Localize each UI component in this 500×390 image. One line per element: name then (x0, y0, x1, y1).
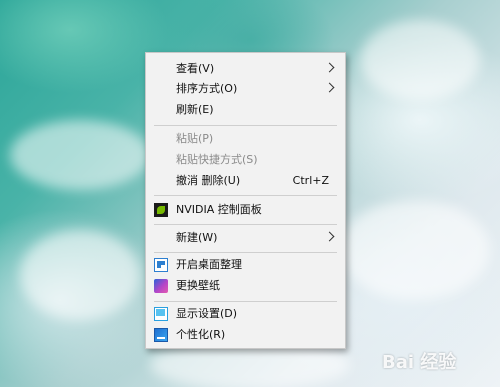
menu-item-label: 查看(V) (176, 62, 215, 75)
menu-item-label: 显示设置(D) (176, 307, 238, 320)
menu-item-label: 撤消 删除(U) (176, 174, 241, 187)
menu-separator (154, 125, 337, 126)
menu-item-nvidia-control-panel[interactable]: NVIDIA 控制面板 (146, 199, 345, 221)
baidu-jingyan-watermark: Bai 经验 (382, 352, 457, 373)
menu-item-refresh[interactable]: 刷新(E) (146, 99, 345, 121)
menu-item-new[interactable]: 新建(W) (146, 227, 345, 249)
menu-item-label: 刷新(E) (176, 103, 214, 116)
menu-item-paste: 粘贴(P) (146, 128, 345, 150)
chevron-right-icon (324, 82, 335, 93)
menu-separator (154, 301, 337, 302)
display-settings-icon (154, 307, 168, 321)
menu-item-personalize[interactable]: 个性化(R) (146, 324, 345, 346)
menu-item-sort-by[interactable]: 排序方式(O) (146, 78, 345, 100)
menu-separator (154, 252, 337, 253)
menu-item-desktop-organize[interactable]: 开启桌面整理 (146, 254, 345, 276)
desktop-context-menu: 查看(V) 排序方式(O) 刷新(E) 粘贴(P) 粘贴快捷方式(S) 撤消 删… (145, 52, 346, 349)
menu-separator (154, 195, 337, 196)
desktop-organize-icon (154, 258, 168, 272)
menu-item-display-settings[interactable]: 显示设置(D) (146, 303, 345, 325)
nvidia-icon (154, 203, 168, 217)
menu-item-paste-shortcut: 粘贴快捷方式(S) (146, 149, 345, 171)
chevron-right-icon (324, 231, 335, 242)
menu-item-view[interactable]: 查看(V) (146, 58, 345, 80)
menu-item-label: 开启桌面整理 (176, 258, 242, 271)
menu-item-label: 更换壁纸 (176, 279, 220, 292)
personalize-icon (154, 328, 168, 342)
wallpaper-icon (154, 279, 168, 293)
menu-item-label: 粘贴(P) (176, 132, 214, 145)
menu-item-label: 个性化(R) (176, 328, 226, 341)
menu-item-undo-delete[interactable]: 撤消 删除(U) Ctrl+Z (146, 170, 345, 192)
menu-item-change-wallpaper[interactable]: 更换壁纸 (146, 275, 345, 297)
menu-item-label: 新建(W) (176, 231, 218, 244)
shortcut-label: Ctrl+Z (292, 174, 329, 187)
menu-separator (154, 224, 337, 225)
menu-item-label: 粘贴快捷方式(S) (176, 153, 258, 166)
menu-item-label: NVIDIA 控制面板 (176, 203, 262, 216)
chevron-right-icon (324, 62, 335, 73)
menu-item-label: 排序方式(O) (176, 82, 238, 95)
